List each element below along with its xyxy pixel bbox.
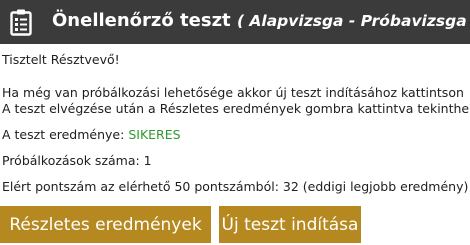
result-line: A teszt eredménye: SIKERES [2,127,181,142]
new-test-button[interactable]: Új teszt indítása [219,206,361,243]
clipboard-checklist-icon [10,9,32,36]
result-label: A teszt eredménye: [2,127,125,142]
greeting-text: Tisztelt Résztvevő! [2,52,120,67]
attempts-text: Próbálkozások száma: 1 [2,153,152,168]
page-title: Önellenőrző teszt ( Alapvizsga - Próbavi… [52,10,470,31]
info-line-1: Ha még van próbálkozási lehetősége akkor… [2,85,464,100]
page-subtitle: ( Alapvizsga - Próbavizsga ) [236,12,470,30]
detailed-results-button[interactable]: Részletes eredmények [0,206,211,243]
header-bar: Önellenőrző teszt ( Alapvizsga - Próbavi… [0,0,470,44]
result-status: SIKERES [128,127,181,142]
page-title-text: Önellenőrző teszt [52,10,231,31]
score-text: Elért pontszám az elérhető 50 pontszámbó… [2,179,469,194]
info-line-2: A teszt elvégzése után a Részletes eredm… [2,101,470,116]
